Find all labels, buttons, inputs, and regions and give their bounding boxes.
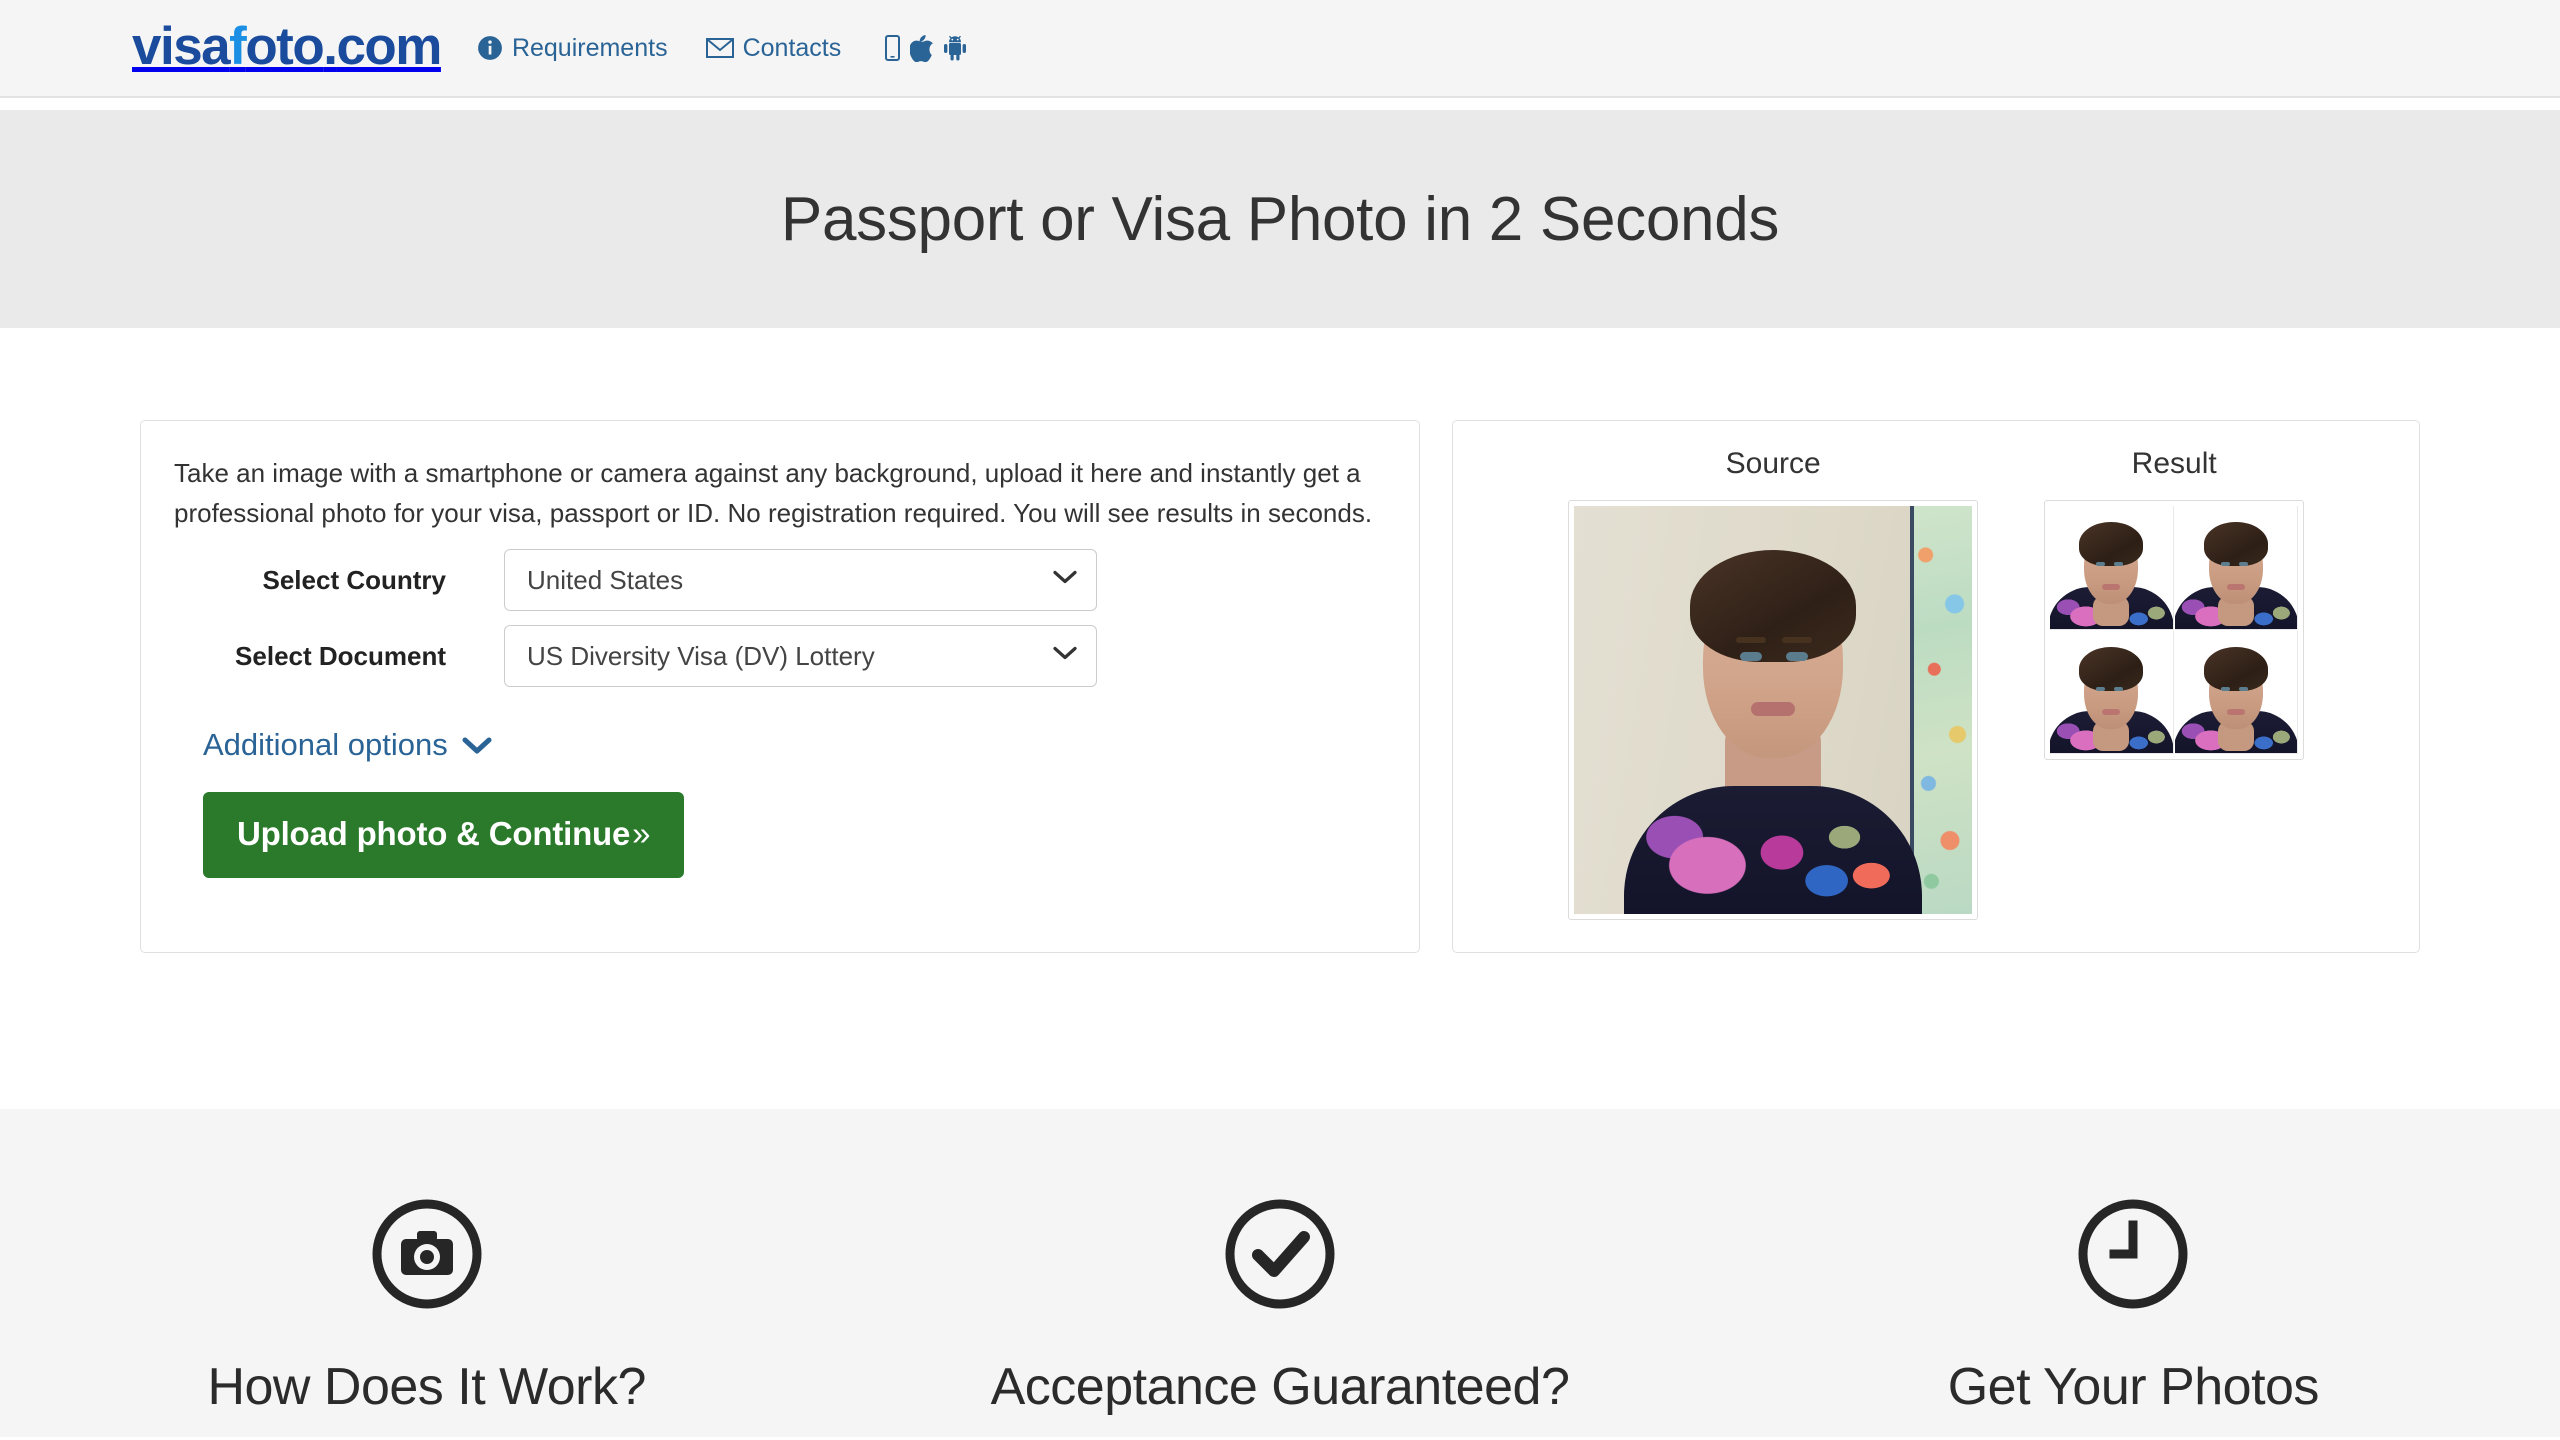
result-photo-cell bbox=[2050, 506, 2174, 630]
logo-part-com: com bbox=[336, 16, 442, 76]
logo-part-oto: oto bbox=[245, 16, 324, 76]
country-label: Select Country bbox=[262, 564, 447, 595]
source-photo-map-poster bbox=[1910, 506, 1973, 914]
logo-dot: . bbox=[323, 16, 338, 76]
result-column: Result bbox=[2044, 447, 2305, 760]
country-form-row: Select Country United States bbox=[174, 549, 1386, 612]
feature-acceptance-guaranteed[interactable]: Acceptance Guaranteed? bbox=[853, 1195, 1706, 1437]
result-photo-frame bbox=[2044, 500, 2305, 760]
chevron-down-icon bbox=[462, 727, 492, 763]
additional-options-label: Additional options bbox=[203, 727, 448, 763]
camera-circle-icon bbox=[368, 1195, 486, 1313]
result-photo-hair bbox=[2203, 522, 2268, 566]
result-photo-eye-right bbox=[2238, 562, 2248, 566]
result-photo-hair bbox=[2079, 646, 2144, 691]
nav-requirements-label: Requirements bbox=[511, 33, 668, 62]
feature-get-your-photos[interactable]: Get Your Photos bbox=[1707, 1195, 2560, 1437]
document-label: Select Document bbox=[235, 640, 446, 671]
source-photo-frame bbox=[1568, 500, 1979, 920]
feature-title: Get Your Photos bbox=[1947, 1358, 2320, 1416]
source-photo-hair bbox=[1690, 550, 1857, 662]
country-select[interactable]: United States bbox=[504, 549, 1097, 612]
double-chevron-right-icon: » bbox=[632, 815, 651, 853]
feature-title: How Does It Work? bbox=[207, 1358, 646, 1416]
result-photo-cell bbox=[2174, 506, 2299, 630]
document-select[interactable]: US Diversity Visa (DV) Lottery bbox=[504, 625, 1097, 688]
document-select-wrapper[interactable]: US Diversity Visa (DV) Lottery bbox=[504, 625, 1097, 688]
site-header: visafoto.com Requirements Contacts bbox=[0, 0, 2560, 98]
result-photo-eye-left bbox=[2096, 686, 2106, 691]
nav-contacts[interactable]: Contacts bbox=[705, 33, 842, 63]
result-photo-lips bbox=[2102, 584, 2121, 590]
feature-how-it-works[interactable]: How Does It Work? bbox=[0, 1195, 853, 1437]
info-circle-icon bbox=[477, 35, 503, 61]
preview-card: Source Result bbox=[1452, 420, 2420, 953]
logo-part-f: f bbox=[229, 16, 247, 76]
result-photo-lips bbox=[2226, 584, 2245, 590]
nav-contacts-label: Contacts bbox=[742, 33, 842, 62]
document-form-row: Select Document US Diversity Visa (DV) L… bbox=[174, 625, 1386, 688]
upload-photo-button[interactable]: Upload photo & Continue » bbox=[203, 792, 685, 879]
site-logo[interactable]: visafoto.com bbox=[132, 16, 442, 76]
result-photo-cell bbox=[2174, 630, 2299, 754]
android-icon[interactable] bbox=[943, 35, 967, 61]
result-photo-grid bbox=[2050, 506, 2299, 754]
nav-requirements[interactable]: Requirements bbox=[477, 34, 668, 63]
check-circle-icon bbox=[1221, 1195, 1339, 1313]
intro-text: Take an image with a smartphone or camer… bbox=[174, 458, 1373, 529]
result-photo-eye-right bbox=[2114, 562, 2124, 566]
app-store-icons bbox=[885, 34, 967, 62]
clock-circle-icon bbox=[2074, 1195, 2192, 1313]
page-title: Passport or Visa Photo in 2 Seconds bbox=[780, 184, 1780, 254]
result-photo-cell bbox=[2050, 630, 2174, 754]
source-title: Source bbox=[1725, 447, 1821, 480]
result-title: Result bbox=[2131, 447, 2217, 480]
result-photo-eye-left bbox=[2220, 686, 2230, 691]
features-section: How Does It Work? Acceptance Guaranteed?… bbox=[0, 1109, 2560, 1437]
upload-form-card: Take an image with a smartphone or camer… bbox=[140, 420, 1421, 953]
main-navigation: Requirements Contacts bbox=[477, 34, 967, 63]
envelope-icon bbox=[705, 37, 734, 59]
hero-banner: Passport or Visa Photo in 2 Seconds bbox=[0, 110, 2560, 328]
source-photo bbox=[1574, 506, 1973, 914]
mobile-icon[interactable] bbox=[885, 35, 901, 61]
result-photo-eye-left bbox=[2220, 562, 2230, 566]
source-column: Source bbox=[1568, 447, 1979, 920]
additional-options-toggle[interactable]: Additional options bbox=[203, 727, 492, 763]
result-photo-eye-right bbox=[2238, 686, 2248, 691]
source-photo-brow-left bbox=[1736, 637, 1767, 643]
source-photo-lips bbox=[1751, 702, 1796, 716]
result-photo-hair bbox=[2203, 646, 2268, 691]
main-content: Take an image with a smartphone or camer… bbox=[0, 328, 2560, 1109]
logo-part-visa: visa bbox=[132, 16, 231, 76]
result-photo-hair bbox=[2079, 522, 2144, 566]
apple-icon[interactable] bbox=[910, 34, 934, 62]
source-photo-eye-left bbox=[1740, 652, 1763, 661]
source-photo-brow-right bbox=[1782, 637, 1813, 643]
result-photo-lips bbox=[2102, 708, 2121, 715]
feature-title: Acceptance Guaranteed? bbox=[990, 1358, 1570, 1416]
country-select-wrapper[interactable]: United States bbox=[504, 549, 1097, 612]
upload-photo-button-label: Upload photo & Continue bbox=[237, 815, 631, 853]
result-photo-eye-right bbox=[2114, 686, 2124, 691]
source-photo-eye-right bbox=[1786, 652, 1809, 661]
result-photo-lips bbox=[2226, 708, 2245, 715]
result-photo-eye-left bbox=[2096, 562, 2106, 566]
